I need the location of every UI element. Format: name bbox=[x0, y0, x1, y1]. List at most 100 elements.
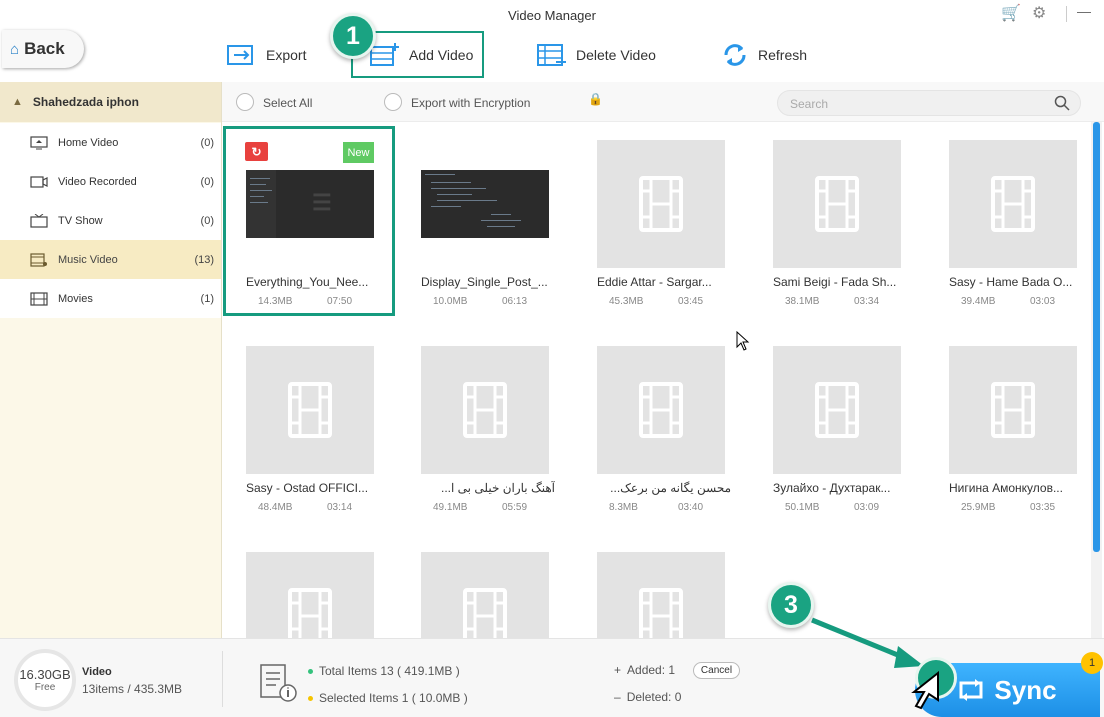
film-placeholder-icon bbox=[288, 588, 332, 638]
sidebar-item-label: Home Video bbox=[58, 136, 119, 149]
sidebar-item-label: Video Recorded bbox=[58, 175, 137, 188]
video-card[interactable] bbox=[222, 534, 392, 638]
back-button[interactable]: ⌂ Back bbox=[2, 30, 84, 68]
video-thumbnail bbox=[949, 346, 1077, 474]
cart-icon[interactable]: 🛒 bbox=[1001, 3, 1021, 23]
sidebar-item-label: TV Show bbox=[58, 214, 103, 227]
annotation-highlight-new-video bbox=[223, 126, 395, 316]
sync-icon bbox=[959, 679, 983, 701]
selected-items-text: Selected Items 1 ( 10.0MB ) bbox=[319, 691, 468, 705]
video-thumbnail bbox=[773, 346, 901, 474]
video-thumbnail bbox=[597, 552, 725, 638]
video-name: آهنگ باران خیلی بی ا... bbox=[441, 481, 555, 495]
refresh-button[interactable]: Refresh bbox=[720, 39, 807, 71]
video-card[interactable]: Sasy - Ostad OFFICI... 48.4MB 03:14 bbox=[222, 328, 392, 518]
device-name: Shahedzada iphon bbox=[32, 95, 139, 109]
sidebar-item-movies[interactable]: Movies (1) bbox=[0, 279, 221, 318]
search-input[interactable]: Search bbox=[777, 90, 1081, 116]
film-placeholder-icon bbox=[815, 176, 859, 232]
export-button[interactable]: Export bbox=[226, 39, 306, 71]
video-size: 50.1MB bbox=[785, 502, 820, 513]
video-name: Sasy - Ostad OFFICI... bbox=[246, 481, 369, 495]
video-card[interactable]: Sami Beigi - Fada Sh... 38.1MB 03:34 bbox=[749, 122, 919, 312]
video-duration: 03:14 bbox=[327, 502, 353, 513]
video-card[interactable]: آهنگ باران خیلی بی ا... 49.1MB 05:59 bbox=[397, 328, 567, 518]
video-size: 39.4MB bbox=[961, 296, 996, 307]
search-icon[interactable] bbox=[1054, 95, 1070, 111]
video-card[interactable]: Нигина Амонкулов... 25.9MB 03:35 bbox=[925, 328, 1090, 518]
video-size: 10.0MB bbox=[433, 296, 468, 307]
sidebar-item-tv-show[interactable]: TV Show (0) bbox=[0, 201, 221, 240]
video-thumbnail bbox=[246, 552, 374, 638]
video-size: 48.4MB bbox=[258, 502, 293, 513]
sidebar-item-home-video[interactable]: Home Video (0) bbox=[0, 123, 221, 162]
sidebar-item-count: (0) bbox=[200, 136, 214, 149]
video-duration: 03:03 bbox=[1030, 296, 1056, 307]
delete-video-button[interactable]: Delete Video bbox=[536, 39, 656, 71]
sidebar: ▲ Shahedzada iphon Home Video (0) Video … bbox=[0, 82, 222, 638]
select-all-checkbox[interactable] bbox=[236, 93, 254, 111]
scrollbar-thumb[interactable] bbox=[1093, 122, 1100, 552]
video-card[interactable] bbox=[397, 534, 567, 638]
sidebar-item-count: (1) bbox=[200, 292, 214, 305]
video-card[interactable]: Зулайхо - Духтарак... 50.1MB 03:09 bbox=[749, 328, 919, 518]
video-name: Display_Single_Post_... bbox=[421, 275, 548, 289]
video-name: Нигина Амонкулов... bbox=[949, 481, 1063, 495]
video-name: محسن یگانه من برعک... bbox=[610, 481, 731, 495]
video-card[interactable]: Display_Single_Post_... 10.0MB 06:13 bbox=[397, 122, 567, 312]
video-card[interactable]: Eddie Attar - Sargar... 45.3MB 03:45 bbox=[573, 122, 743, 312]
total-items-dot bbox=[308, 669, 313, 675]
video-thumbnail bbox=[421, 346, 549, 474]
video-duration: 03:09 bbox=[854, 502, 880, 513]
video-card[interactable]: محسن یگانه من برعک... 8.3MB 03:40 bbox=[573, 328, 743, 518]
vertical-scrollbar[interactable] bbox=[1091, 122, 1102, 638]
film-placeholder-icon bbox=[288, 382, 332, 438]
film-placeholder-icon bbox=[463, 382, 507, 438]
video-duration: 05:59 bbox=[502, 502, 528, 513]
search-placeholder: Search bbox=[790, 97, 829, 111]
cancel-button[interactable]: Cancel bbox=[693, 662, 740, 679]
export-label: Export bbox=[266, 47, 307, 63]
gear-icon[interactable]: ⚙ bbox=[1032, 3, 1046, 23]
device-header[interactable]: ▲ Shahedzada iphon bbox=[0, 82, 221, 122]
film-icon bbox=[30, 291, 48, 306]
deleted-text: Deleted: 0 bbox=[626, 690, 682, 704]
lock-icon: 🔒 bbox=[588, 92, 603, 106]
storage-free-label: Free bbox=[34, 682, 56, 693]
home-video-icon bbox=[30, 135, 48, 149]
video-thumbnail bbox=[773, 140, 901, 268]
video-card[interactable] bbox=[573, 534, 743, 638]
export-icon bbox=[227, 45, 253, 65]
film-placeholder-icon bbox=[991, 382, 1035, 438]
video-card[interactable]: Sasy - Hame Bada O... 39.4MB 03:03 bbox=[925, 122, 1090, 312]
video-thumbnail bbox=[246, 346, 374, 474]
back-label: Back bbox=[24, 39, 65, 58]
minimize-button[interactable]: — bbox=[1077, 3, 1091, 19]
export-encryption-checkbox[interactable] bbox=[384, 93, 402, 111]
select-all-label: Select All bbox=[263, 96, 313, 110]
delete-video-label: Delete Video bbox=[576, 47, 656, 63]
toolbar: ⌂ Back Export Add Video Delete Video Ref… bbox=[0, 30, 1104, 82]
sidebar-item-video-recorded[interactable]: Video Recorded (0) bbox=[0, 162, 221, 201]
sidebar-item-count: (0) bbox=[200, 175, 214, 188]
video-duration: 03:34 bbox=[854, 296, 880, 307]
sidebar-item-music-video[interactable]: Music Video (13) bbox=[0, 240, 221, 279]
video-thumbnail bbox=[597, 140, 725, 268]
sidebar-item-label: Music Video bbox=[58, 253, 118, 266]
deleted-stat: – Deleted: 0 bbox=[614, 690, 681, 704]
video-duration: 03:35 bbox=[1030, 502, 1056, 513]
eject-icon[interactable]: ▲ bbox=[12, 96, 23, 108]
sidebar-item-label: Movies bbox=[58, 292, 93, 305]
mouse-cursor-icon bbox=[736, 331, 750, 351]
title-separator bbox=[1066, 6, 1067, 22]
film-placeholder-icon bbox=[815, 382, 859, 438]
added-text: Added: 1 bbox=[627, 663, 676, 677]
video-duration: 03:45 bbox=[678, 296, 704, 307]
annotation-step-3: 3 bbox=[768, 582, 814, 628]
video-name: Eddie Attar - Sargar... bbox=[597, 275, 712, 289]
footer-divider bbox=[222, 651, 223, 707]
film-placeholder-icon bbox=[991, 176, 1035, 232]
video-size: 49.1MB bbox=[433, 502, 468, 513]
video-thumbnail bbox=[597, 346, 725, 474]
tv-icon bbox=[30, 213, 48, 228]
